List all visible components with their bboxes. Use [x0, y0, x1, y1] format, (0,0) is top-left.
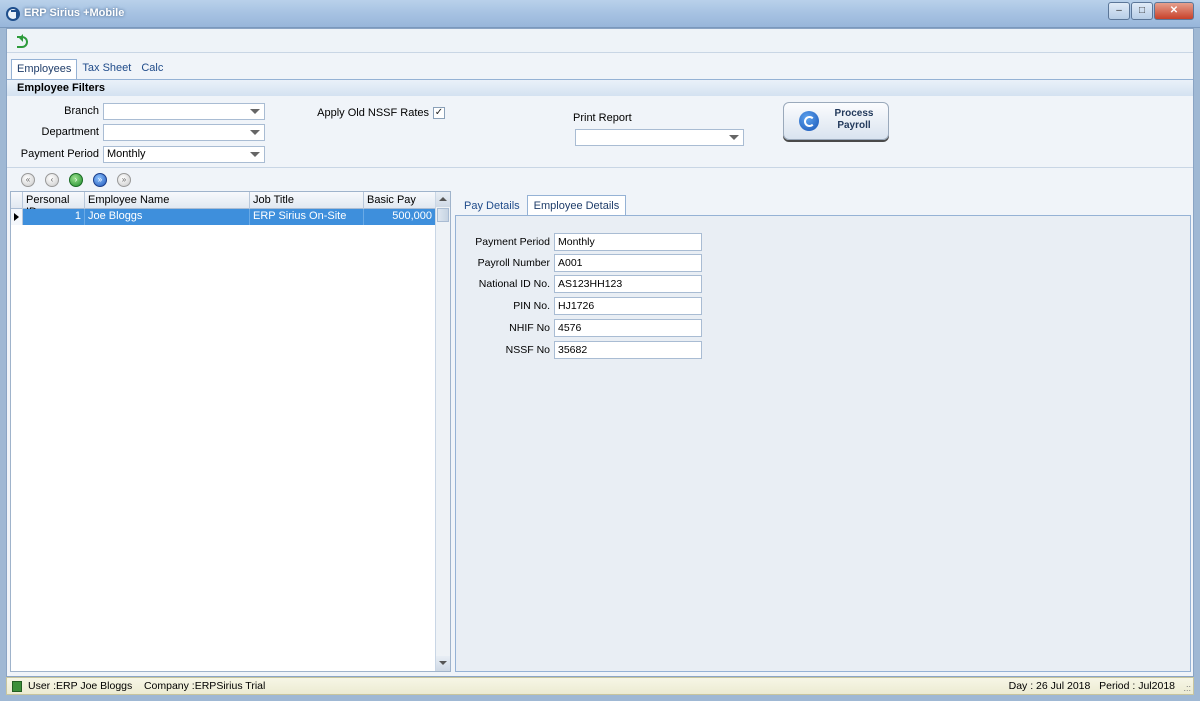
main-tabs: Employees Tax Sheet Calc	[11, 59, 168, 79]
payroll-number-field[interactable]: A001	[554, 254, 702, 272]
title-bar: ERP Sirius +Mobile – □ ✕	[0, 0, 1200, 28]
next-record-icon[interactable]: ›	[69, 173, 83, 187]
payment-period-value: Monthly	[107, 148, 146, 160]
department-select[interactable]	[103, 124, 265, 141]
column-header-job-title[interactable]: Job Title	[250, 192, 364, 209]
main-window: Employees Tax Sheet Calc Employee Filter…	[6, 28, 1194, 677]
apply-old-nssf-checkbox[interactable]: ✓	[433, 107, 445, 119]
column-header-personal-id[interactable]: Personal ID	[23, 192, 85, 218]
refresh-icon	[799, 111, 819, 131]
branch-select[interactable]	[103, 103, 265, 120]
chevron-down-icon	[250, 130, 260, 135]
payment-period-label: Payment Period	[20, 148, 99, 160]
print-report-select[interactable]	[575, 129, 744, 146]
chevron-down-icon	[250, 152, 260, 157]
first-record-icon[interactable]: «	[21, 173, 35, 187]
tab-employees[interactable]: Employees	[11, 59, 78, 79]
payment-period-field[interactable]: Monthly	[554, 233, 702, 251]
cell-employee-name[interactable]: Joe Bloggs	[85, 209, 250, 225]
payment-period-field-label: Payment Period	[475, 236, 550, 248]
window-title: ERP Sirius +Mobile	[24, 7, 125, 19]
employee-details-panel: Payment Period Monthly Payroll Number A0…	[455, 215, 1191, 672]
nssf-field[interactable]: 35682	[554, 341, 702, 359]
pin-field[interactable]: HJ1726	[554, 297, 702, 315]
status-day: Day : 26 Jul 2018	[1008, 680, 1091, 692]
nhif-field[interactable]: 4576	[554, 319, 702, 337]
status-company: Company :ERPSirius Trial	[143, 680, 266, 692]
tab-calc[interactable]: Calc	[136, 59, 168, 79]
column-header-basic-pay[interactable]: Basic Pay	[364, 192, 436, 209]
status-right: Day : 26 Jul 2018 Period : Jul2018	[1009, 680, 1175, 692]
back-arrow-icon[interactable]	[15, 34, 29, 48]
status-icon	[12, 681, 22, 692]
nssf-field-label: NSSF No	[505, 344, 550, 356]
toolbar	[7, 29, 1193, 53]
close-button[interactable]: ✕	[1154, 2, 1194, 20]
status-left: User :ERP Joe Bloggs Company :ERPSirius …	[28, 680, 265, 692]
previous-record-icon[interactable]: ‹	[45, 173, 59, 187]
pin-field-label: PIN No.	[513, 300, 550, 312]
employee-filters-panel: Branch Department Payment Period Monthly…	[7, 96, 1193, 168]
current-row-icon	[11, 209, 23, 225]
detail-tabs: Pay Details Employee Details	[457, 195, 627, 216]
cell-basic-pay[interactable]: 500,000	[364, 209, 436, 225]
app-logo-icon	[6, 7, 20, 21]
tab-pay-details[interactable]: Pay Details	[457, 195, 527, 216]
status-bar: User :ERP Joe Bloggs Company :ERPSirius …	[6, 677, 1194, 695]
department-label: Department	[41, 126, 99, 138]
chevron-down-icon	[250, 109, 260, 114]
minimize-button[interactable]: –	[1108, 2, 1130, 20]
cell-job-title[interactable]: ERP Sirius On-Site	[250, 209, 364, 225]
scroll-thumb[interactable]	[437, 208, 449, 222]
maximize-button[interactable]: □	[1131, 2, 1153, 20]
employee-grid: Personal ID Employee Name Job Title Basi…	[10, 191, 451, 672]
grid-header: Personal ID Employee Name Job Title Basi…	[11, 192, 436, 218]
status-user: User :ERP Joe Bloggs	[28, 680, 133, 692]
record-navigator: « ‹ › » »	[7, 169, 1193, 191]
status-period: Period : Jul2018	[1099, 680, 1175, 692]
branch-label: Branch	[64, 105, 99, 117]
process-payroll-line1: Process	[834, 108, 874, 119]
print-report-label: Print Report	[573, 112, 632, 124]
last-record-icon[interactable]: »	[93, 173, 107, 187]
apply-old-nssf-label: Apply Old NSSF Rates	[317, 107, 429, 119]
end-record-icon[interactable]: »	[117, 173, 131, 187]
table-row[interactable]: 1 Joe Bloggs ERP Sirius On-Site 500,000	[11, 209, 436, 225]
tab-employee-details[interactable]: Employee Details	[526, 195, 627, 216]
scroll-down-icon[interactable]	[436, 656, 450, 671]
process-payroll-line2: Payroll	[837, 120, 871, 131]
process-payroll-label: Process Payroll	[826, 108, 882, 132]
chevron-down-icon	[729, 135, 739, 140]
payroll-number-field-label: Payroll Number	[477, 257, 550, 269]
column-header-employee-name[interactable]: Employee Name	[85, 192, 250, 209]
window-controls: – □ ✕	[1107, 2, 1194, 20]
payment-period-select[interactable]: Monthly	[103, 146, 265, 163]
tab-tax-sheet[interactable]: Tax Sheet	[77, 59, 136, 79]
process-payroll-button[interactable]: Process Payroll	[783, 102, 889, 140]
cell-personal-id[interactable]: 1	[23, 209, 85, 225]
row-indicator-header	[11, 192, 23, 209]
grid-scrollbar[interactable]	[435, 192, 450, 671]
national-id-field[interactable]: AS123HH123	[554, 275, 702, 293]
scroll-up-icon[interactable]	[436, 192, 450, 207]
resize-grip-icon[interactable]: .::	[1183, 683, 1191, 693]
nhif-field-label: NHIF No	[509, 322, 550, 334]
employee-filters-header: Employee Filters	[7, 80, 1193, 96]
national-id-field-label: National ID No.	[478, 278, 550, 290]
